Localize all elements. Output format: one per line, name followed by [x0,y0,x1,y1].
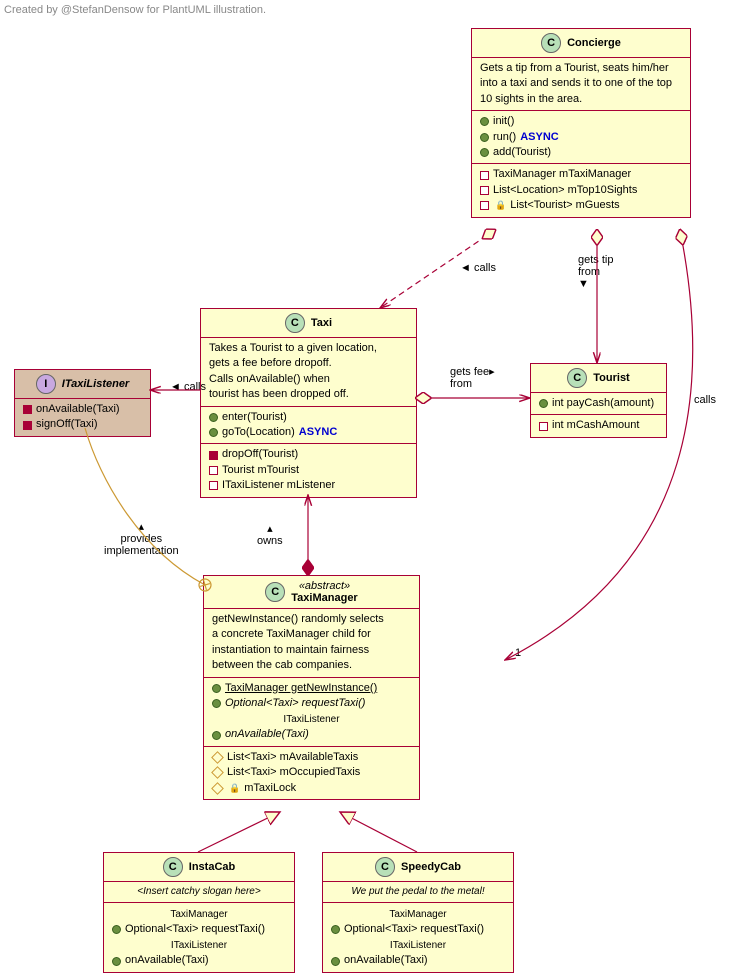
diagram-caption: Created by @StefanDensow for PlantUML il… [4,4,266,16]
label-calls: ◄ calls [460,262,496,274]
f: int mCashAmount [552,418,639,433]
class-instacab: C InstaCab <Insert catchy slogan here> T… [103,852,295,973]
label-owns: ▴owns [257,522,283,547]
d: a concrete TaxiManager child for [212,628,371,640]
slogan: We put the pedal to the metal! [323,882,513,902]
f: List<Taxi> mOccupiedTaxis [227,765,360,780]
class-title: Taxi [311,317,332,329]
m: TaxiManager getNewInstance() [225,681,377,696]
d: tourist has been dropped off. [209,388,349,400]
f: mTaxiLock [244,781,296,796]
class-speedycab: C SpeedyCab We put the pedal to the meta… [322,852,514,973]
class-concierge: C Concierge Gets a tip from a Tourist, s… [471,28,691,218]
f: ITaxiListener mListener [222,478,335,493]
m: onAvailable(Taxi) [36,402,120,417]
m: Optional<Taxi> requestTaxi() [225,696,365,711]
async-tag: ASYNC [299,425,338,440]
sep: TaxiManager [331,906,505,922]
label-calls: calls [694,394,716,406]
f: Tourist mTourist [222,463,299,478]
async-tag: ASYNC [520,130,559,145]
m: int payCash(amount) [552,396,654,411]
m: signOff(Taxi) [36,417,98,432]
label-calls: ◄ calls [170,381,206,393]
f: List<Location> mTop10Sights [493,183,637,198]
m: add(Tourist) [493,145,551,160]
m: onAvailable(Taxi) [344,953,428,968]
class-icon: C [541,33,561,53]
interface-itaxilistener: I ITaxiListener onAvailable(Taxi) signOf… [14,369,151,437]
class-title: TaxiManager [291,592,357,604]
f: List<Taxi> mAvailableTaxis [227,750,358,765]
label-gets-tip: gets tipfrom▼ [578,254,613,290]
label-one: 1 [680,233,686,245]
class-icon: C [265,582,285,602]
d: between the cab companies. [212,659,352,671]
label-one: 1 [515,647,521,659]
f: TaxiManager mTaxiManager [493,167,631,182]
label-provides: ▴providesimplementation [104,520,179,557]
d: instantiation to maintain fairness [212,644,369,656]
class-taximanager: C «abstract» TaxiManager getNewInstance(… [203,575,420,800]
m: Optional<Taxi> requestTaxi() [125,922,265,937]
m: onAvailable(Taxi) [225,727,309,742]
class-icon: C [375,857,395,877]
class-icon: C [163,857,183,877]
class-title: InstaCab [189,861,235,873]
class-desc: Gets a tip from a Tourist, seats him/her… [472,58,690,110]
d: Calls onAvailable() when [209,373,330,385]
sep: ITaxiListener [112,937,286,953]
d: gets a fee before dropoff. [209,357,332,369]
m: init() [493,114,514,129]
m: onAvailable(Taxi) [125,953,209,968]
slogan: <Insert catchy slogan here> [104,882,294,902]
label-gets-fee: gets fee▸from [450,365,495,390]
m: run() [493,130,516,145]
f: List<Tourist> mGuests [510,198,619,213]
d: Takes a Tourist to a given location, [209,342,377,354]
interface-icon: I [36,374,56,394]
class-title: SpeedyCab [401,861,461,873]
class-icon: C [567,368,587,388]
m: Optional<Taxi> requestTaxi() [344,922,484,937]
class-taxi: C Taxi Takes a Tourist to a given locati… [200,308,417,498]
m: enter(Tourist) [222,410,287,425]
class-icon: C [285,313,305,333]
class-title: ITaxiListener [62,378,129,390]
class-tourist: C Tourist int payCash(amount) int mCashA… [530,363,667,438]
m: goTo(Location) [222,425,295,440]
sep: TaxiManager [112,906,286,922]
class-title: Tourist [593,372,629,384]
sep: ITaxiListener [331,937,505,953]
stereotype: «abstract» [299,580,350,592]
d: getNewInstance() randomly selects [212,613,384,625]
m: dropOff(Tourist) [222,447,298,462]
sep: ITaxiListener [212,711,411,727]
class-title: Concierge [567,37,621,49]
